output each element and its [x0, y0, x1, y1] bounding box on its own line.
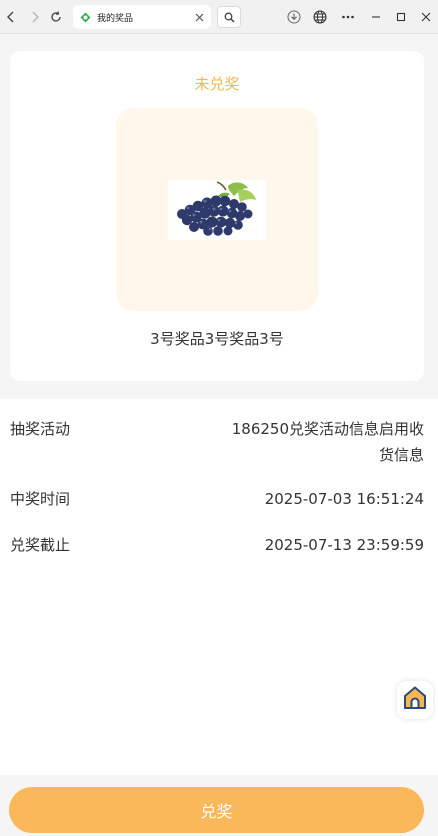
home-button[interactable] — [397, 681, 433, 719]
win-time-row: 中奖时间 2025-07-03 16:51:24 — [10, 486, 424, 512]
footer-bar: 兑奖 — [0, 775, 438, 836]
win-time-label: 中奖时间 — [10, 490, 71, 508]
back-icon[interactable] — [2, 8, 20, 26]
browser-toolbar: 我的奖品 — [0, 0, 438, 34]
prize-details: 抽奖活动 186250兑奖活动信息启用收货信息 中奖时间 2025-07-03 … — [0, 399, 438, 775]
reload-icon[interactable] — [47, 8, 65, 26]
activity-label: 抽奖活动 — [10, 420, 71, 438]
deadline-value: 2025-07-13 23:59:59 — [264, 536, 424, 554]
site-favicon — [79, 11, 91, 23]
zoom-icon[interactable] — [217, 6, 241, 28]
deadline-row: 兑奖截止 2025-07-13 23:59:59 — [10, 532, 424, 558]
deadline-label: 兑奖截止 — [10, 536, 71, 554]
close-icon[interactable] — [193, 11, 205, 23]
more-icon[interactable] — [339, 8, 357, 26]
forward-icon[interactable] — [26, 8, 44, 26]
window-close-icon[interactable] — [417, 8, 435, 26]
prize-image — [168, 179, 266, 240]
globe-icon[interactable] — [311, 8, 329, 26]
prize-name: 3号奖品3号奖品3号 — [150, 330, 284, 348]
activity-value: 186250兑奖活动信息启用收货信息 — [231, 420, 424, 464]
prize-status: 未兑奖 — [194, 75, 240, 93]
activity-row: 抽奖活动 186250兑奖活动信息启用收货信息 — [10, 416, 424, 468]
maximize-icon[interactable] — [392, 8, 410, 26]
prize-image-frame — [116, 108, 318, 311]
home-icon — [402, 685, 428, 715]
minimize-icon[interactable] — [367, 8, 385, 26]
redeem-button[interactable]: 兑奖 — [9, 787, 424, 833]
tab-title: 我的奖品 — [97, 13, 134, 24]
browser-tab[interactable]: 我的奖品 — [73, 5, 211, 29]
prize-card: 未兑奖 3号奖品3号奖品3号 — [10, 51, 424, 381]
win-time-value: 2025-07-03 16:51:24 — [264, 490, 424, 508]
download-icon[interactable] — [285, 8, 303, 26]
